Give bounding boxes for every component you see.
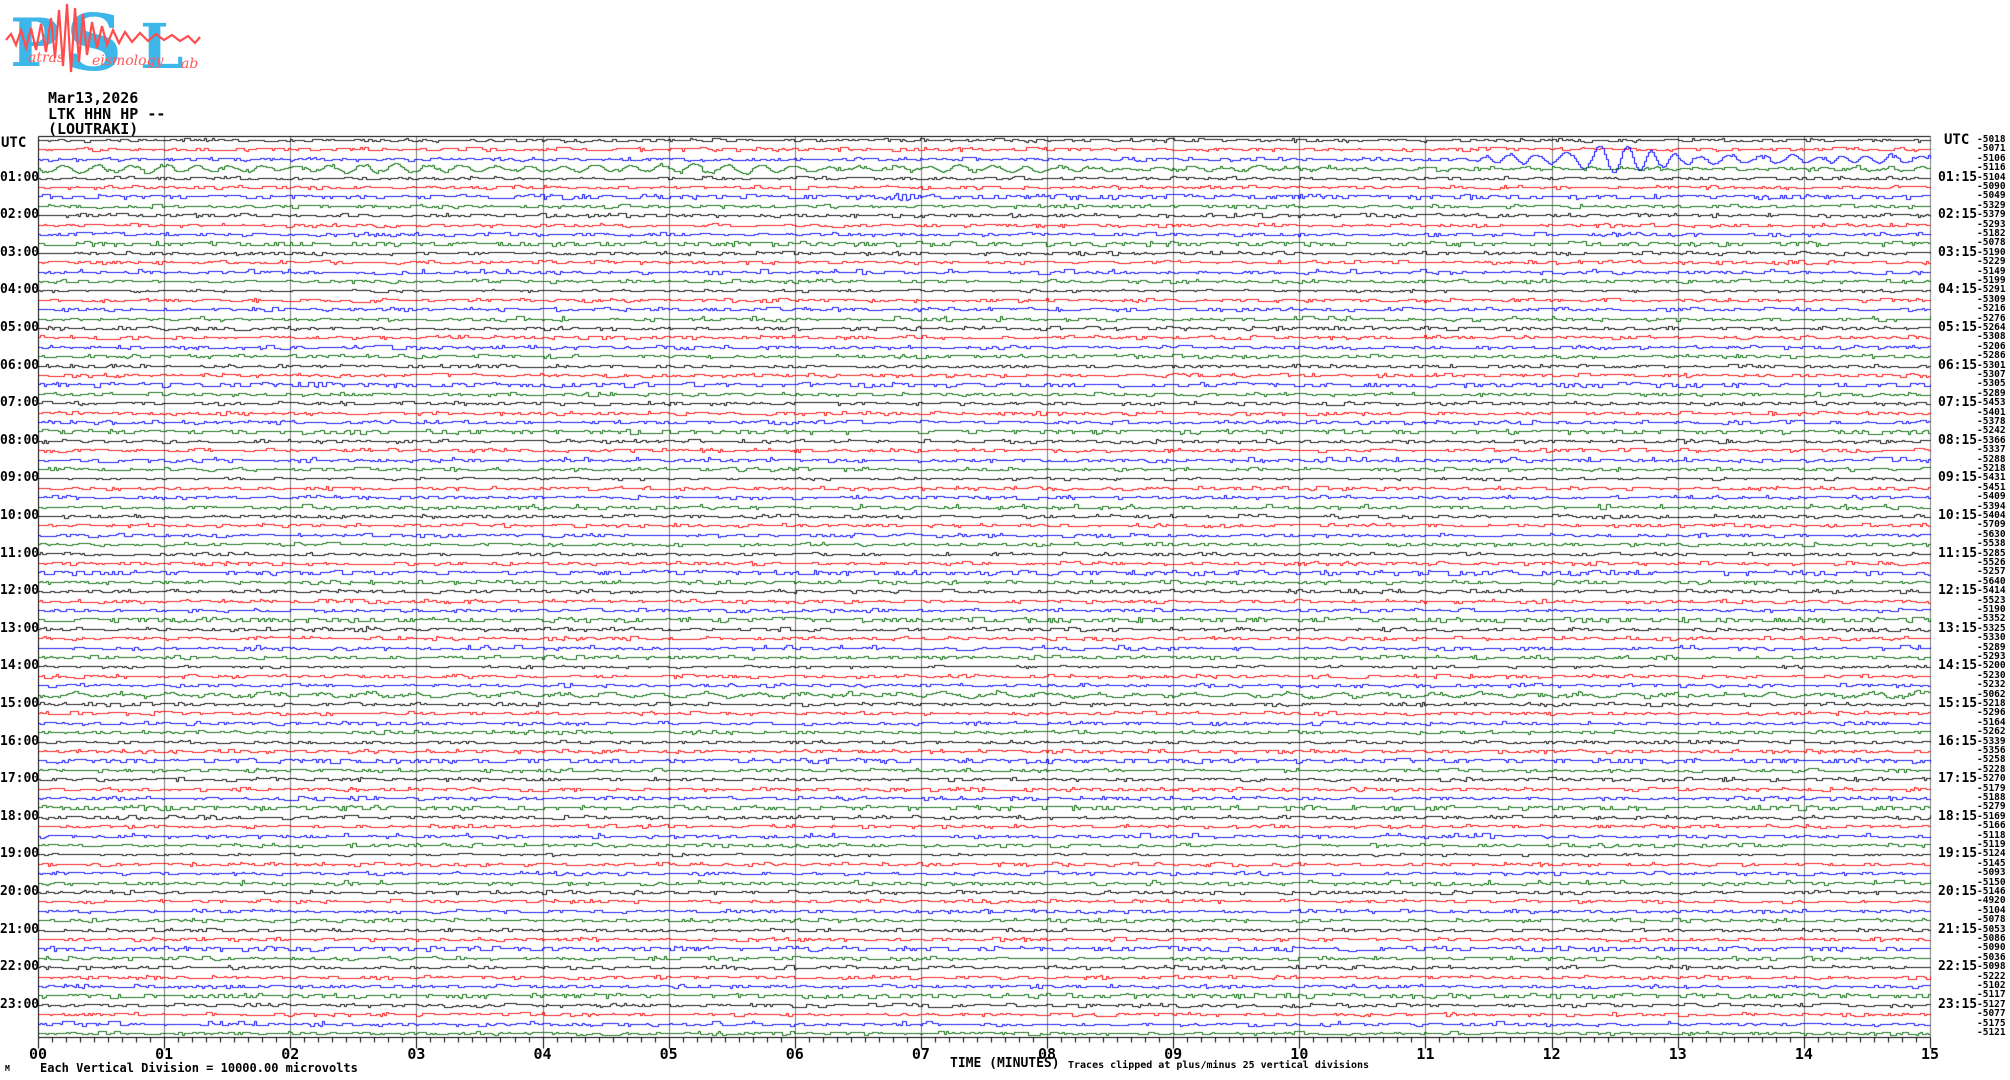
helicorder-canvas xyxy=(0,0,2010,1080)
hour-label-left: 23:00 xyxy=(0,996,40,1012)
hour-label-left: 18:00 xyxy=(0,808,40,824)
hour-label-left: 07:00 xyxy=(0,395,40,411)
hour-label-left: 14:00 xyxy=(0,658,40,674)
hour-label-left: 17:00 xyxy=(0,771,40,787)
hour-label-left: 09:00 xyxy=(0,470,40,486)
hour-label-left: 16:00 xyxy=(0,733,40,749)
hour-label-left: 06:00 xyxy=(0,357,40,373)
minute-tick-label: 11 xyxy=(1416,1045,1435,1063)
minute-tick-label: 02 xyxy=(281,1045,300,1063)
minute-tick-label: 15 xyxy=(1920,1045,1940,1063)
hour-label-left: 10:00 xyxy=(0,508,40,523)
minute-tick-label: 03 xyxy=(407,1045,426,1063)
minute-tick-label: 05 xyxy=(659,1045,678,1063)
minute-tick-label: 01 xyxy=(155,1045,174,1063)
trace-offset-value: -5121 xyxy=(1977,1027,2006,1038)
hour-label-left: 11:00 xyxy=(0,545,40,561)
helicorder-page: P S L atras eismology ab Mar13,2026 LTK … xyxy=(0,0,2010,1080)
minute-tick-label: 14 xyxy=(1794,1045,1813,1063)
hour-label-left: 20:00 xyxy=(0,884,40,899)
hour-label-left: 22:00 xyxy=(0,959,40,975)
hour-label-left: 19:00 xyxy=(0,846,40,862)
scale-note: Each Vertical Division = 10000.00 microv… xyxy=(40,1061,358,1075)
minute-tick-label: 00 xyxy=(28,1045,48,1063)
hour-label-left: 12:00 xyxy=(0,583,40,599)
minute-tick-label: 04 xyxy=(533,1045,552,1063)
minute-tick-label: 06 xyxy=(785,1045,804,1063)
hour-label-left: 13:00 xyxy=(0,620,40,636)
hour-label-left: 03:00 xyxy=(0,244,40,260)
hour-label-left: 02:00 xyxy=(0,207,40,223)
hour-label-left: 05:00 xyxy=(0,320,40,335)
hour-label-left: 15:00 xyxy=(0,696,40,711)
hour-label-left: 01:00 xyxy=(0,169,40,185)
scale-marker: M xyxy=(5,1064,10,1073)
minute-tick-label: 13 xyxy=(1668,1045,1687,1063)
hour-label-left: 08:00 xyxy=(0,432,40,448)
clip-note: Traces clipped at plus/minus 25 vertical… xyxy=(1068,1060,1370,1071)
hour-label-left: 21:00 xyxy=(0,921,40,937)
time-axis-title: TIME (MINUTES) xyxy=(950,1056,1060,1071)
hour-label-left: 04:00 xyxy=(0,282,40,298)
minute-tick-label: 12 xyxy=(1542,1045,1561,1063)
minute-tick-label: 07 xyxy=(911,1045,930,1063)
